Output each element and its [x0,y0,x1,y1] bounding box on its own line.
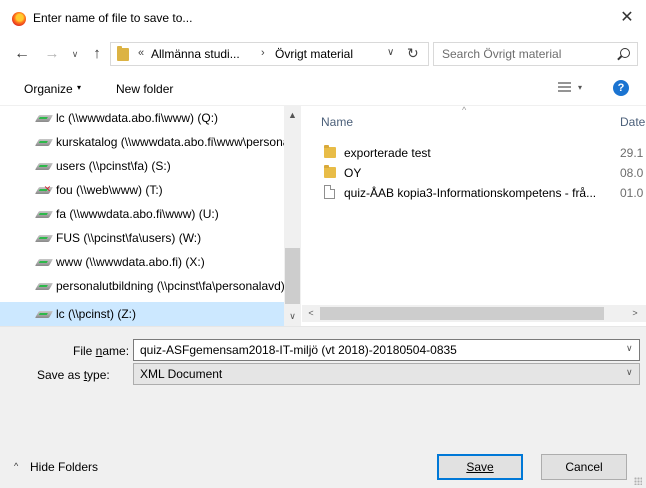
file-date: 08.0 [620,166,644,180]
file-row-exporterade-test[interactable]: exporterade test 29.1 [302,142,646,164]
tree-item-fus-w[interactable]: FUS (\\pcinst\fa\users) (W:) [0,226,284,250]
column-header-name[interactable]: Name [321,115,353,129]
save-button[interactable]: Save [437,454,523,480]
tree-item-users-s[interactable]: users (\\pcinst\fa) (S:) [0,154,284,178]
tree-item-kurskatalog[interactable]: kurskatalog (\\wwwdata.abo.fi\www\person… [0,130,284,154]
save-as-type-dropdown-button[interactable]: ∨ [626,367,633,378]
network-drive-icon [34,211,54,218]
hide-folders-button[interactable]: Hide Folders [30,460,98,474]
forward-button[interactable]: → [42,44,62,64]
back-button[interactable]: ← [12,44,32,64]
tree-item-personalutbildning[interactable]: personalutbildning (\\pcinst\fa\personal… [0,274,284,298]
tree-item-lc-z[interactable]: lc (\\pcinst) (Z:) [0,302,284,326]
network-drive-icon [34,235,54,242]
network-drive-icon [34,139,54,146]
navigation-pane: lc (\\wwwdata.abo.fi\www) (Q:) kurskatal… [0,106,301,326]
save-file-dialog: Enter name of file to save to... ✕ ← → ∨… [0,0,646,488]
file-horizontal-scrollbar[interactable]: < > [302,305,646,322]
file-date: 29.1 [620,146,644,160]
scroll-thumb[interactable] [320,307,604,320]
folder-icon [324,165,336,178]
resize-grip-icon[interactable] [634,477,642,485]
tree-item-label: fou (\\web\www) (T:) [56,183,163,197]
search-icon[interactable] [620,48,630,58]
chevron-down-icon: ▾ [77,83,82,92]
refresh-button[interactable]: ↻ [407,45,419,62]
file-name: exporterade test [344,146,431,160]
network-drive-icon [34,259,54,266]
search-input[interactable]: Search Övrigt material [442,47,561,61]
recent-locations-button[interactable]: ∨ [65,44,85,64]
command-toolbar: Organize ▾ New folder ▾ ? [0,72,646,106]
firefox-icon [12,12,26,26]
scroll-left-button[interactable]: < [304,305,318,322]
cancel-button[interactable]: Cancel [541,454,627,480]
tree-item-lc-q[interactable]: lc (\\wwwdata.abo.fi\www) (Q:) [0,106,284,130]
file-name-field[interactable]: quiz-ASFgemensam2018-IT-miljö (vt 2018)-… [133,339,640,361]
tree-item-label: lc (\\pcinst) (Z:) [56,307,136,321]
drive-list: lc (\\wwwdata.abo.fi\www) (Q:) kurskatal… [0,106,284,326]
tree-item-fou-t[interactable]: fou (\\web\www) (T:) [0,178,284,202]
new-folder-button[interactable]: New folder [116,82,173,96]
folder-icon [117,46,129,61]
scroll-up-button[interactable]: ▲ [284,108,301,122]
help-icon[interactable]: ? [613,80,629,96]
breadcrumb-overflow[interactable]: « [138,47,144,59]
up-button[interactable]: ↑ [87,44,107,64]
scroll-right-button[interactable]: > [628,305,642,322]
tree-item-label: FUS (\\pcinst\fa\users) (W:) [56,231,202,245]
save-as-type-select[interactable]: XML Document [133,363,640,385]
tree-item-fa-u[interactable]: fa (\\wwwdata.abo.fi\www) (U:) [0,202,284,226]
tree-item-label: www (\\wwwdata.abo.fi) (X:) [56,255,205,269]
document-icon [324,185,335,199]
save-options-panel: File name: quiz-ASFgemensam2018-IT-miljö… [0,326,646,488]
disconnected-drive-icon [34,187,54,194]
network-drive-icon [34,283,54,290]
file-row-quiz-aab[interactable]: quiz-ÅAB kopia3-Informationskompetens - … [302,182,646,204]
tree-vertical-scrollbar[interactable]: ▲ ∨ [284,106,301,326]
tree-item-label: lc (\\wwwdata.abo.fi\www) (Q:) [56,111,219,125]
network-drive-icon [34,311,54,318]
address-bar[interactable]: « Allmänna studi... › Övrigt material ∨ … [110,42,429,66]
organize-button[interactable]: Organize [24,82,73,96]
breadcrumb-separator[interactable]: › [261,47,265,59]
view-details-icon[interactable] [558,82,571,94]
column-header-row: ^ Name Date [302,106,646,136]
close-button[interactable]: ✕ [614,6,640,30]
expand-button[interactable]: ∨ [284,309,301,323]
breadcrumb-ovrigt-material[interactable]: Övrigt material [275,47,353,61]
sort-ascending-icon: ^ [462,106,467,115]
view-options-button[interactable]: ▾ [578,83,582,92]
address-dropdown-button[interactable]: ∨ [387,47,394,58]
file-list: ^ Name Date exporterade test 29.1 OY 08.… [302,106,646,326]
column-header-date[interactable]: Date [620,115,645,129]
chevron-up-icon: ^ [14,461,19,471]
window-title: Enter name of file to save to... [33,11,193,25]
tree-item-label: fa (\\wwwdata.abo.fi\www) (U:) [56,207,219,221]
network-drive-icon [34,115,54,122]
breadcrumb-allmanna-studier[interactable]: Allmänna studi... [151,47,240,61]
save-as-type-label: Save as type: [37,368,110,382]
navigation-bar: ← → ∨ ↑ « Allmänna studi... › Övrigt mat… [0,36,646,72]
file-date: 01.0 [620,186,644,200]
file-name-dropdown-button[interactable]: ∨ [626,343,633,354]
scroll-thumb[interactable] [285,248,300,304]
tree-item-label: kurskatalog (\\wwwdata.abo.fi\www\person… [56,135,284,149]
tree-item-www-x[interactable]: www (\\wwwdata.abo.fi) (X:) [0,250,284,274]
search-box[interactable]: Search Övrigt material [433,42,638,66]
file-name-label: File name: [73,344,130,358]
file-name: quiz-ÅAB kopia3-Informationskompetens - … [344,186,597,200]
tree-item-label: personalutbildning (\\pcinst\fa\personal… [56,279,284,293]
folder-icon [324,145,336,158]
network-drive-icon [34,163,54,170]
file-name: OY [344,166,362,180]
file-row-oy[interactable]: OY 08.0 [302,162,646,184]
tree-item-label: users (\\pcinst\fa) (S:) [56,159,171,173]
title-bar[interactable]: Enter name of file to save to... ✕ [0,0,646,36]
